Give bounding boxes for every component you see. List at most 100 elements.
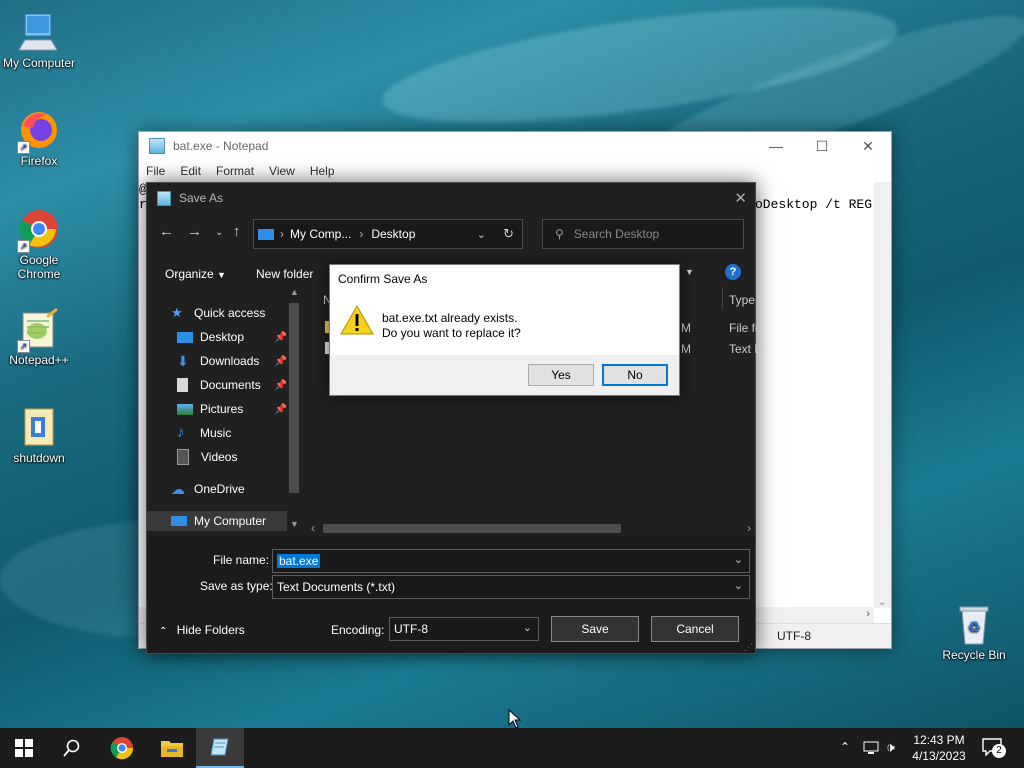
hide-folders-button[interactable]: ⌃ Hide Folders [159, 623, 245, 637]
maximize-button[interactable]: ☐ [799, 132, 845, 160]
sidebar-item-downloads[interactable]: ⬇ Downloads 📌 [177, 351, 287, 371]
chevron-down-icon[interactable]: ⌄ [523, 621, 532, 634]
address-bar[interactable]: › My Comp... › Desktop ⌄ ↻ [253, 219, 523, 249]
desktop-icon-chrome[interactable]: ↗ Google Chrome [1, 207, 77, 281]
encoding-value: UTF-8 [394, 622, 428, 636]
breadcrumb-my-computer[interactable]: My Comp... [290, 227, 351, 241]
desktop-icon-shutdown[interactable]: shutdown [1, 405, 77, 465]
file-name-field[interactable]: bat.exe ⌄ [272, 549, 750, 573]
column-header-type[interactable]: Type [729, 293, 755, 307]
taskbar-chrome[interactable] [98, 728, 146, 768]
new-folder-button[interactable]: New folder [256, 267, 313, 281]
sidebar-item-desktop[interactable]: Desktop 📌 [177, 327, 287, 347]
notepad-vertical-scrollbar[interactable]: ⌄ [874, 182, 891, 608]
back-arrow-icon[interactable]: ← [159, 223, 174, 240]
sidebar-item-documents[interactable]: Documents 📌 [177, 375, 287, 395]
chevron-down-icon[interactable]: ⌄ [734, 553, 743, 566]
confirm-save-as-dialog[interactable]: Confirm Save As bat.exe.txt already exis… [329, 264, 680, 396]
taskbar-notepad[interactable] [196, 728, 244, 768]
up-arrow-icon[interactable]: ↑ [233, 223, 241, 240]
desktop-icon-my-computer[interactable]: My Computer [1, 10, 77, 70]
organize-button[interactable]: Organize ▼ [165, 267, 226, 281]
desktop-icon-label: Notepad++ [9, 353, 69, 367]
save-as-dialog[interactable]: Save As ✕ ← → ⌄ ↑ › My Comp... › Desktop… [146, 182, 763, 654]
address-dropdown-chevron-icon[interactable]: ⌄ [477, 228, 486, 241]
confirm-titlebar[interactable]: Confirm Save As [330, 265, 679, 293]
start-button[interactable] [0, 728, 48, 768]
notepad-app-icon [157, 190, 171, 206]
sidebar-item-pictures[interactable]: Pictures 📌 [177, 399, 287, 419]
refresh-icon[interactable]: ↻ [503, 226, 514, 242]
notification-center-button[interactable]: 2 [982, 738, 1006, 759]
shortcut-arrow-icon: ↗ [17, 240, 30, 253]
menu-edit[interactable]: Edit [173, 164, 209, 178]
pin-icon: 📌 [274, 331, 287, 343]
recent-locations-chevron-icon[interactable]: ⌄ [215, 227, 223, 238]
notepad-title: bat.exe - Notepad [173, 139, 269, 153]
search-placeholder: Search Desktop [573, 227, 660, 241]
scroll-right-arrow-icon[interactable]: › [866, 608, 870, 620]
network-icon[interactable] [863, 741, 879, 755]
search-icon [63, 739, 80, 757]
volume-icon[interactable]: 🕩 [886, 739, 895, 756]
forward-arrow-icon[interactable]: → [187, 223, 202, 240]
clock-time: 12:43 PM [913, 733, 965, 747]
menu-view[interactable]: View [262, 164, 303, 178]
resize-grip-icon[interactable]: ⋰ [744, 642, 753, 653]
sidebar-item-music[interactable]: ♪ Music [177, 423, 287, 443]
save-as-type-label: Save as type: [200, 579, 273, 593]
scroll-thumb[interactable] [289, 303, 299, 493]
warning-icon [340, 305, 374, 335]
chevron-down-icon[interactable]: ⌄ [734, 579, 743, 592]
cancel-button[interactable]: Cancel [651, 616, 739, 642]
scroll-left-arrow-icon[interactable]: ‹ [311, 521, 315, 535]
desktop-icon-notepadpp[interactable]: ↗ Notepad++ [1, 307, 77, 367]
taskbar-file-explorer[interactable] [148, 728, 196, 768]
close-button[interactable]: ✕ [845, 132, 891, 160]
computer-icon [17, 10, 61, 54]
desktop-icon-recycle-bin[interactable]: ♻ Recycle Bin [936, 602, 1012, 662]
sidebar-item-onedrive[interactable]: ☁ OneDrive [171, 479, 287, 499]
breadcrumb-desktop[interactable]: Desktop [371, 227, 415, 241]
desktop-icon-firefox[interactable]: ↗ Firefox [1, 108, 77, 168]
text-visible-fragment: oDesktop /t REG [755, 197, 873, 212]
show-hidden-icons-chevron-icon[interactable]: ⌃ [840, 740, 850, 754]
desktop-icon-label: shutdown [13, 451, 65, 465]
sidebar-item-videos[interactable]: Videos [177, 447, 287, 467]
yes-button[interactable]: Yes [528, 364, 594, 386]
chevron-down-icon: ▼ [217, 270, 226, 280]
minimize-button[interactable]: — [753, 132, 799, 160]
scroll-down-arrow-icon[interactable]: ⌄ [878, 597, 886, 608]
scroll-thumb[interactable] [323, 524, 621, 533]
save-as-titlebar[interactable]: Save As ✕ [147, 183, 755, 213]
encoding-select[interactable]: UTF-8 ⌄ [389, 617, 539, 641]
clock[interactable]: 12:43 PM 4/13/2023 [906, 732, 972, 764]
encoding-label: Encoding: [331, 623, 385, 637]
help-icon[interactable]: ? [725, 264, 741, 280]
close-icon[interactable]: ✕ [734, 189, 747, 207]
menu-help[interactable]: Help [303, 164, 343, 178]
save-as-bottom-panel: File name: bat.exe ⌄ Save as type: Text … [147, 537, 755, 653]
navigation-pane: ★ Quick access Desktop 📌 ⬇ Downloads 📌 D… [147, 287, 305, 533]
scroll-down-arrow-icon[interactable]: ▼ [290, 519, 299, 529]
notepad-app-icon [149, 138, 165, 154]
scroll-right-arrow-icon[interactable]: › [747, 521, 751, 535]
search-box[interactable]: ⚲ Search Desktop [542, 219, 744, 249]
scroll-up-arrow-icon[interactable]: ▲ [290, 287, 299, 297]
column-divider [722, 287, 723, 309]
menu-file[interactable]: File [139, 164, 173, 178]
view-options-chevron-icon[interactable]: ▼ [685, 267, 694, 277]
file-name-value: bat.exe [277, 554, 321, 568]
sidebar-item-my-computer[interactable]: My Computer [147, 511, 287, 531]
chrome-icon [110, 737, 134, 760]
sidebar-item-quick-access[interactable]: ★ Quick access [171, 303, 287, 323]
menu-format[interactable]: Format [209, 164, 262, 178]
sidebar-scrollbar[interactable]: ▲ ▼ [287, 287, 301, 533]
search-button[interactable] [48, 728, 96, 768]
save-button[interactable]: Save [551, 616, 639, 642]
file-list-horizontal-scrollbar[interactable]: ‹ › [305, 521, 755, 535]
notepad-titlebar[interactable]: bat.exe - Notepad — ☐ ✕ [139, 132, 891, 160]
shortcut-arrow-icon: ↗ [17, 141, 30, 154]
no-button[interactable]: No [602, 364, 668, 386]
save-as-type-select[interactable]: Text Documents (*.txt) ⌄ [272, 575, 750, 599]
